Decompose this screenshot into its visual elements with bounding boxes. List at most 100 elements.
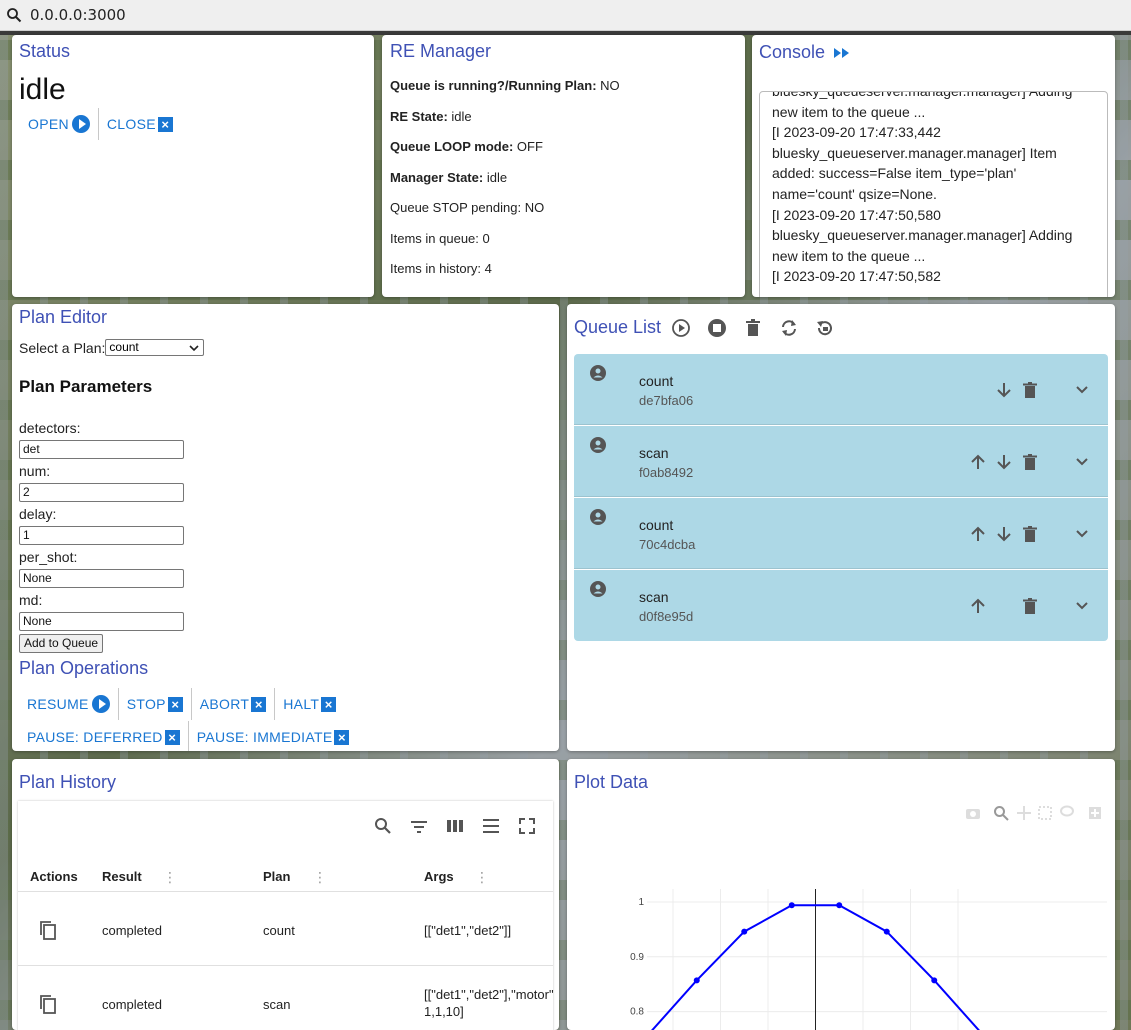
history-table: Actions Result ⋮ Plan ⋮ Args ⋮ completed… (18, 801, 554, 1030)
play-icon (71, 115, 90, 133)
stop-label: STOP (126, 696, 166, 712)
columns-icon[interactable] (446, 817, 464, 835)
arrow-up-icon[interactable] (969, 597, 987, 615)
queue-item[interactable]: scan d0f8e95d (574, 570, 1108, 641)
lasso-icon[interactable] (1059, 805, 1075, 821)
close-icon: × (251, 696, 267, 712)
data-point (788, 902, 795, 909)
re-status-line: Queue LOOP mode: OFF (390, 139, 543, 154)
queue-item[interactable]: count 70c4dcba (574, 498, 1108, 569)
column-menu-icon[interactable]: ⋮ (475, 869, 489, 886)
pause-immediate-label: PAUSE: IMMEDIATE (196, 729, 333, 745)
filter-icon[interactable] (410, 817, 428, 835)
pause-deferred-button[interactable]: PAUSE: DEFERRED × (19, 722, 188, 751)
add-to-queue-button[interactable]: Add to Queue (19, 634, 104, 653)
queue-item[interactable]: scan f0ab8492 (574, 426, 1108, 497)
camera-icon[interactable] (965, 806, 981, 820)
queue-item-uid: d0f8e95d (639, 609, 694, 624)
expand-icon[interactable] (1073, 525, 1091, 543)
person-icon (590, 365, 606, 381)
close-button[interactable]: CLOSE × (99, 109, 181, 139)
param-input[interactable]: None (19, 612, 184, 631)
plot-data-title: Plot Data (574, 772, 649, 792)
plan-select[interactable]: count (105, 339, 205, 356)
copy-icon[interactable] (38, 920, 58, 940)
table-row[interactable]: completed scan [["det1","det2"],"motor" 1,1… (18, 966, 554, 1030)
delete-icon[interactable] (1021, 381, 1039, 399)
plan-parameters-heading: Plan Parameters (19, 377, 153, 396)
re-status-label: Queue is running?/Running Plan: (390, 78, 597, 93)
history-result: completed (102, 923, 162, 938)
history-args: [["det1","det2"],"motor" (424, 987, 554, 1002)
stop-circle-icon[interactable] (707, 318, 727, 338)
queue-item-uid: de7bfa06 (639, 393, 694, 408)
re-status-label: Items in queue: (390, 231, 479, 246)
lock-reset-icon[interactable] (815, 318, 835, 338)
abort-button[interactable]: ABORT × (192, 689, 274, 719)
sync-icon[interactable] (779, 318, 799, 338)
status-panel: Status idle OPEN CLOSE × (12, 35, 374, 297)
param-input[interactable]: None (19, 569, 184, 588)
browser-url-bar[interactable]: 0.0.0.0:3000 (0, 0, 1131, 31)
data-point (693, 977, 700, 984)
table-row[interactable]: completed count [["det1","det2"]] (18, 892, 553, 966)
re-status-line: RE State: idle (390, 109, 472, 124)
expand-icon[interactable] (1073, 597, 1091, 615)
status-state: idle (19, 73, 66, 106)
arrow-down-icon[interactable] (995, 453, 1013, 471)
delete-icon[interactable] (1021, 597, 1039, 615)
param-label: per_shot: (19, 549, 78, 565)
history-plan: scan (263, 997, 291, 1012)
search-icon[interactable] (374, 817, 392, 835)
re-status-label: RE State: (390, 109, 448, 124)
param-label: detectors: (19, 420, 81, 436)
arrow-down-icon[interactable] (995, 381, 1013, 399)
console-line: added: success=False item_type='plan' (772, 165, 1017, 182)
re-status-value: OFF (516, 139, 543, 154)
search-icon (7, 8, 22, 23)
console-output[interactable]: bluesky_queueserver.manager.manager] Add… (759, 91, 1108, 297)
column-menu-icon[interactable]: ⋮ (313, 869, 327, 886)
column-menu-icon[interactable]: ⋮ (163, 869, 177, 886)
expand-icon[interactable] (1073, 381, 1091, 399)
density-icon[interactable] (482, 817, 500, 835)
queue-item-name: count (639, 517, 674, 533)
re-status-value: 0 (482, 231, 490, 246)
zoom-icon[interactable] (993, 805, 1009, 821)
arrow-up-icon[interactable] (969, 525, 987, 543)
play-circle-icon[interactable] (671, 318, 691, 338)
col-args[interactable]: Args (424, 869, 454, 884)
delete-icon[interactable] (1021, 525, 1039, 543)
col-actions[interactable]: Actions (30, 869, 78, 884)
history-result: completed (102, 997, 162, 1012)
delete-icon[interactable] (743, 318, 763, 338)
fullscreen-icon[interactable] (518, 817, 536, 835)
queue-item[interactable]: count de7bfa06 (574, 354, 1108, 425)
arrow-up-icon[interactable] (969, 453, 987, 471)
box-select-icon[interactable] (1037, 805, 1053, 821)
arrow-down-icon[interactable] (995, 525, 1013, 543)
col-result[interactable]: Result (102, 869, 142, 884)
re-status-line: Items in queue: 0 (390, 231, 490, 246)
param-input[interactable]: 2 (19, 483, 184, 502)
delete-icon[interactable] (1021, 453, 1039, 471)
play-icon (91, 695, 110, 713)
col-plan[interactable]: Plan (263, 869, 290, 884)
pause-deferred-label: PAUSE: DEFERRED (27, 729, 163, 745)
open-button[interactable]: OPEN (20, 109, 98, 139)
halt-button[interactable]: HALT × (275, 689, 344, 719)
copy-icon[interactable] (38, 994, 58, 1014)
url-text[interactable]: 0.0.0.0:3000 (30, 6, 126, 24)
pause-immediate-button[interactable]: PAUSE: IMMEDIATE × (189, 722, 358, 751)
pan-icon[interactable] (1016, 805, 1032, 821)
plot-area[interactable]: 1 0.9 0.8 (567, 759, 1115, 1030)
stop-button[interactable]: STOP × (119, 689, 191, 719)
expand-icon[interactable] (1073, 453, 1091, 471)
re-manager-title: RE Manager (390, 41, 492, 61)
param-input[interactable]: det (19, 440, 184, 459)
data-point (741, 928, 748, 935)
resume-button[interactable]: RESUME (19, 689, 118, 719)
param-input[interactable]: 1 (19, 526, 184, 545)
zoom-in-icon[interactable] (1087, 805, 1103, 821)
fast-forward-icon[interactable] (833, 46, 851, 60)
